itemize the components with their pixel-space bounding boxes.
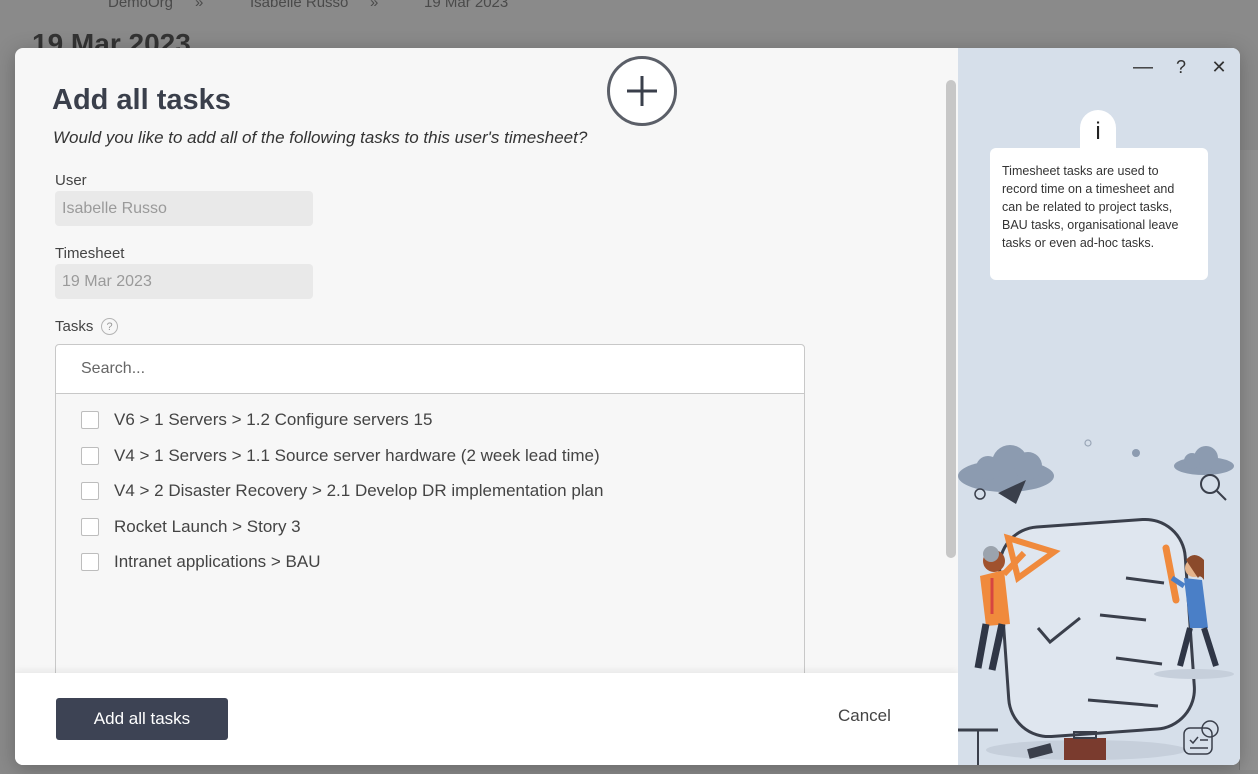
timesheet-field: 19 Mar 2023 [55, 264, 313, 299]
task-checkbox[interactable] [81, 553, 99, 571]
breadcrumb-separator: » [370, 0, 379, 11]
scrollbar[interactable] [946, 80, 956, 558]
help-icon[interactable]: ? [101, 318, 118, 335]
list-item[interactable]: V6 > 1 Servers > 1.2 Configure servers 1… [81, 408, 603, 444]
task-checkbox[interactable] [81, 446, 99, 465]
breadcrumb-org: DemoOrg [108, 0, 174, 11]
task-list: V6 > 1 Servers > 1.2 Configure servers 1… [81, 408, 603, 586]
cancel-button[interactable]: Cancel [838, 706, 891, 726]
task-checkbox[interactable] [81, 411, 99, 429]
breadcrumb-user: Isabelle Russo [250, 0, 349, 11]
task-label: V4 > 1 Servers > 1.1 Source server hardw… [114, 445, 600, 465]
list-item[interactable]: V4 > 1 Servers > 1.1 Source server hardw… [81, 444, 603, 480]
user-label: User [55, 172, 87, 189]
task-label: V6 > 1 Servers > 1.2 Configure servers 1… [114, 410, 433, 429]
tasks-label: Tasks [55, 318, 94, 335]
dialog-main: Add all tasks Would you like to add all … [15, 48, 958, 765]
plus-icon [627, 76, 657, 106]
info-text: Timesheet tasks are used to record time … [990, 148, 1208, 280]
breadcrumb-date: 19 Mar 2023 [424, 0, 509, 11]
help-icon[interactable]: ? [1168, 54, 1194, 80]
list-item[interactable]: Intranet applications > BAU [81, 550, 603, 586]
tasks-picker: Search... V6 > 1 Servers > 1.2 Configure… [55, 344, 805, 724]
task-label: Rocket Launch > Story 3 [114, 516, 301, 536]
dialog-footer: Add all tasks Cancel [15, 673, 958, 765]
dialog-title: Add all tasks [52, 84, 231, 116]
timesheet-illustration [958, 439, 1234, 765]
close-icon[interactable]: ✕ [1206, 54, 1232, 80]
task-checkbox[interactable] [81, 482, 99, 500]
task-label: V4 > 2 Disaster Recovery > 2.1 Develop D… [114, 481, 604, 500]
help-side-panel: — ? ✕ i Timesheet tasks are used to reco… [958, 48, 1240, 765]
user-field: Isabelle Russo [55, 191, 313, 226]
task-checkbox[interactable] [81, 517, 99, 536]
list-item[interactable]: V4 > 2 Disaster Recovery > 2.1 Develop D… [81, 479, 603, 515]
breadcrumb-separator: » [195, 0, 204, 11]
timesheet-label: Timesheet [55, 245, 125, 262]
search-input[interactable]: Search... [56, 345, 804, 394]
task-label: Intranet applications > BAU [114, 552, 321, 571]
background-side-column [1239, 150, 1258, 770]
add-all-tasks-button[interactable]: Add all tasks [56, 698, 228, 740]
list-item[interactable]: Rocket Launch > Story 3 [81, 515, 603, 551]
minimize-icon[interactable]: — [1130, 54, 1156, 80]
add-icon[interactable] [607, 56, 677, 126]
add-all-tasks-dialog: Add all tasks Would you like to add all … [15, 48, 1240, 765]
dialog-subtitle: Would you like to add all of the followi… [53, 128, 588, 147]
